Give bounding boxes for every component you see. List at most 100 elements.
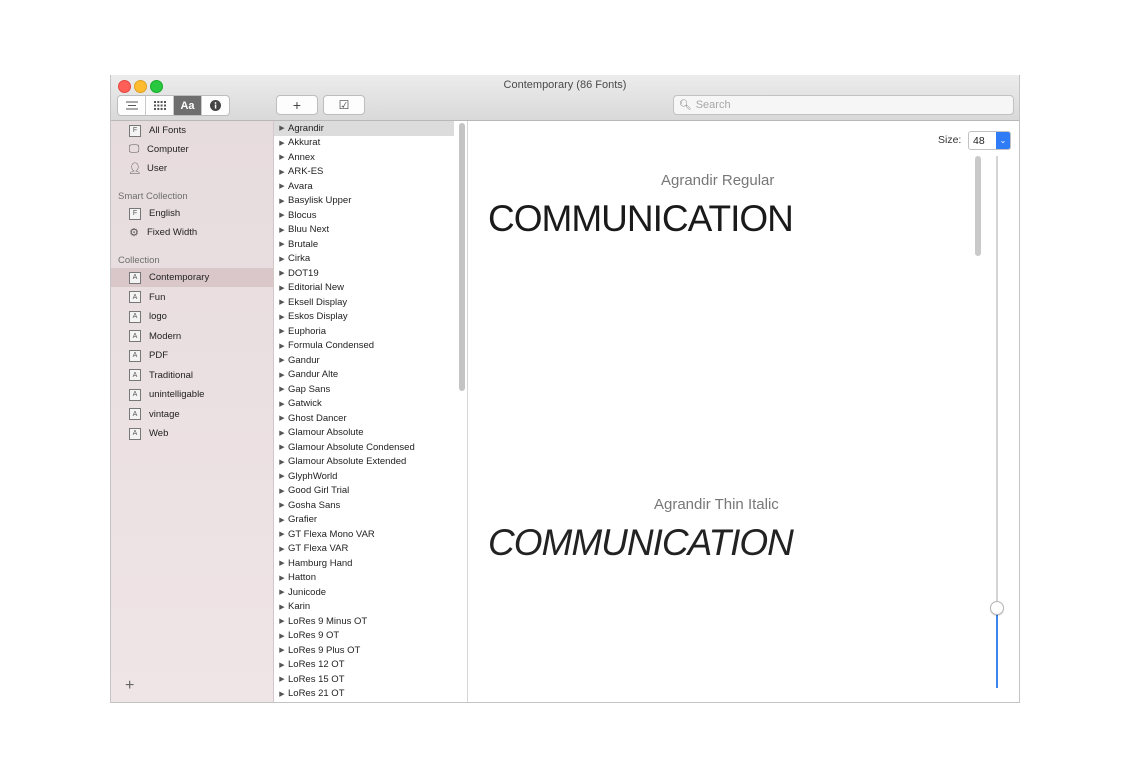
grid-view-button[interactable] [146,96,174,115]
sidebar-item-english[interactable]: F English [111,204,273,223]
font-list-item[interactable]: ▶ LoRes 15 OT [274,672,454,687]
disclosure-triangle-icon[interactable]: ▶ [276,443,288,451]
font-list-item[interactable]: ▶ Glamour Absolute [274,426,454,441]
disclosure-triangle-icon[interactable]: ▶ [276,646,288,654]
disclosure-triangle-icon[interactable]: ▶ [276,153,288,161]
preview-scrollbar-thumb[interactable] [975,156,981,256]
chevron-down-icon[interactable]: ⌄ [996,132,1010,149]
disclosure-triangle-icon[interactable]: ▶ [276,559,288,567]
disclosure-triangle-icon[interactable]: ▶ [276,516,288,524]
disclosure-triangle-icon[interactable]: ▶ [276,124,288,132]
font-list-item[interactable]: ▶ LoRes 9 OT [274,629,454,644]
disclosure-triangle-icon[interactable]: ▶ [276,530,288,538]
font-list-item[interactable]: ▶ Agrandir [274,121,454,136]
preview-scrollbar[interactable] [974,156,981,701]
disclosure-triangle-icon[interactable]: ▶ [276,356,288,364]
disclosure-triangle-icon[interactable]: ▶ [276,342,288,350]
sidebar-item-contemporary[interactable]: A Contemporary [111,268,273,287]
disclosure-triangle-icon[interactable]: ▶ [276,545,288,553]
disclosure-triangle-icon[interactable]: ▶ [276,501,288,509]
disclosure-triangle-icon[interactable]: ▶ [276,255,288,263]
disclosure-triangle-icon[interactable]: ▶ [276,269,288,277]
font-list-item[interactable]: ▶ LoRes 9 Plus OT [274,643,454,658]
info-view-button[interactable] [202,96,229,115]
font-list-scrollbar[interactable] [458,121,466,391]
sidebar-item-fixed-width[interactable]: ⚙ Fixed Width [111,223,273,242]
sidebar-item-unintelligable[interactable]: A unintelligable [111,385,273,404]
font-list-item[interactable]: ▶ Karin [274,600,454,615]
sidebar-item-user[interactable]: 👤︎ User [111,159,273,178]
disclosure-triangle-icon[interactable]: ▶ [276,385,288,393]
sidebar-item-computer[interactable]: 🖵︎ Computer [111,140,273,159]
disclosure-triangle-icon[interactable]: ▶ [276,168,288,176]
font-list-item[interactable]: ▶ Hatton [274,571,454,586]
font-list-item[interactable]: ▶ Akkurat [274,136,454,151]
validate-font-button[interactable]: ☑ [323,95,365,115]
font-list-item[interactable]: ▶ DOT19 [274,266,454,281]
sidebar-item-modern[interactable]: A Modern [111,327,273,346]
size-value[interactable]: 48 [969,135,996,147]
font-list-item[interactable]: ▶ LoRes 9 Minus OT [274,614,454,629]
disclosure-triangle-icon[interactable]: ▶ [276,603,288,611]
size-combo-box[interactable]: 48 ⌄ [968,131,1011,150]
disclosure-triangle-icon[interactable]: ▶ [276,414,288,422]
disclosure-triangle-icon[interactable]: ▶ [276,240,288,248]
disclosure-triangle-icon[interactable]: ▶ [276,226,288,234]
disclosure-triangle-icon[interactable]: ▶ [276,327,288,335]
disclosure-triangle-icon[interactable]: ▶ [276,588,288,596]
disclosure-triangle-icon[interactable]: ▶ [276,182,288,190]
font-list-item[interactable]: ▶ Grafier [274,513,454,528]
sidebar-item-all-fonts[interactable]: F All Fonts [111,121,273,140]
font-list-item[interactable]: ▶ Basylisk Upper [274,194,454,209]
font-list-item[interactable]: ▶ Eksell Display [274,295,454,310]
font-list-item[interactable]: ▶ Gandur [274,353,454,368]
disclosure-triangle-icon[interactable]: ▶ [276,574,288,582]
font-list-item[interactable]: ▶ Blocus [274,208,454,223]
disclosure-triangle-icon[interactable]: ▶ [276,472,288,480]
disclosure-triangle-icon[interactable]: ▶ [276,211,288,219]
disclosure-triangle-icon[interactable]: ▶ [276,197,288,205]
font-list-item[interactable]: ▶ Bluu Next [274,223,454,238]
disclosure-triangle-icon[interactable]: ▶ [276,400,288,408]
font-list-item[interactable]: ▶ Glamour Absolute Extended [274,455,454,470]
disclosure-triangle-icon[interactable]: ▶ [276,632,288,640]
font-list-item[interactable]: ▶ Brutale [274,237,454,252]
font-list-item[interactable]: ▶ Ghost Dancer [274,411,454,426]
font-list-item[interactable]: ▶ Good Girl Trial [274,484,454,499]
add-collection-button[interactable]: + [125,677,134,695]
font-list-item[interactable]: ▶ GlyphWorld [274,469,454,484]
list-view-button[interactable] [118,96,146,115]
sidebar-item-pdf[interactable]: A PDF [111,346,273,365]
font-list-item[interactable]: ▶ Gandur Alte [274,368,454,383]
font-list-item[interactable]: ▶ Editorial New [274,281,454,296]
font-list-scrollbar-thumb[interactable] [459,123,465,391]
search-field[interactable]: 🔍︎ [673,95,1014,115]
font-list-item[interactable]: ▶ LoRes 12 OT [274,658,454,673]
font-list-item[interactable]: ▶ Glamour Absolute Condensed [274,440,454,455]
disclosure-triangle-icon[interactable]: ▶ [276,371,288,379]
font-list-item[interactable]: ▶ ARK-ES [274,165,454,180]
size-slider-fill[interactable] [996,608,998,688]
font-list-item[interactable]: ▶ LoRes 21 OT [274,687,454,702]
disclosure-triangle-icon[interactable]: ▶ [276,284,288,292]
font-list-item[interactable]: ▶ Annex [274,150,454,165]
add-font-button[interactable]: + [276,95,318,115]
font-list-item[interactable]: ▶ GT Flexa VAR [274,542,454,557]
sidebar-item-traditional[interactable]: A Traditional [111,366,273,385]
disclosure-triangle-icon[interactable]: ▶ [276,313,288,321]
sidebar-item-fun[interactable]: A Fun [111,288,273,307]
font-list-item[interactable]: ▶ Avara [274,179,454,194]
font-list-item[interactable]: ▶ Formula Condensed [274,339,454,354]
sidebar-item-vintage[interactable]: A vintage [111,405,273,424]
disclosure-triangle-icon[interactable]: ▶ [276,661,288,669]
size-slider-track[interactable] [996,156,998,608]
font-list-item[interactable]: ▶ Gatwick [274,397,454,412]
search-input[interactable] [691,99,996,111]
disclosure-triangle-icon[interactable]: ▶ [276,139,288,147]
font-list-item[interactable]: ▶ Junicode [274,585,454,600]
sidebar-item-web[interactable]: A Web [111,424,273,443]
disclosure-triangle-icon[interactable]: ▶ [276,298,288,306]
sidebar-item-logo[interactable]: A logo [111,307,273,326]
sample-view-button[interactable]: Aa [174,96,202,115]
disclosure-triangle-icon[interactable]: ▶ [276,617,288,625]
